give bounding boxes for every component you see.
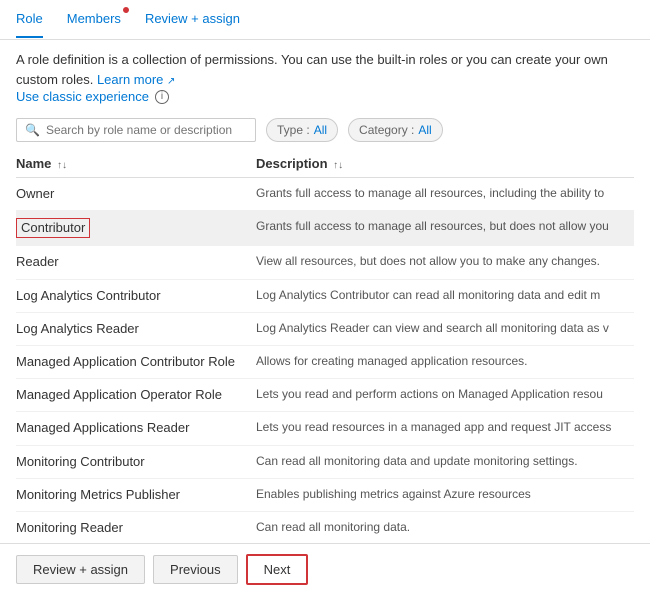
table-row[interactable]: Managed Application Operator RoleLets yo… xyxy=(16,379,634,412)
table-row[interactable]: ReaderView all resources, but does not a… xyxy=(16,246,634,279)
table-row[interactable]: Log Analytics ReaderLog Analytics Reader… xyxy=(16,312,634,345)
table-row[interactable]: Managed Applications ReaderLets you read… xyxy=(16,412,634,445)
tab-review-assign[interactable]: Review + assign xyxy=(145,1,240,38)
previous-button[interactable]: Previous xyxy=(153,555,238,584)
role-name-cell: Owner xyxy=(16,178,256,211)
search-filters-bar: 🔍 Type : All Category : All xyxy=(0,110,650,150)
tab-members[interactable]: Members xyxy=(67,1,121,38)
main-container: Role Members Review + assign A role defi… xyxy=(0,0,650,595)
info-icon: i xyxy=(155,90,169,104)
table-row[interactable]: Monitoring ReaderCan read all monitoring… xyxy=(16,511,634,543)
table-row[interactable]: OwnerGrants full access to manage all re… xyxy=(16,178,634,211)
table-row[interactable]: Managed Application Contributor RoleAllo… xyxy=(16,345,634,378)
name-sort-icon[interactable]: ↑↓ xyxy=(57,160,67,171)
classic-experience-link[interactable]: Use classic experience i xyxy=(16,89,634,104)
role-description-cell: Can read all monitoring data and update … xyxy=(256,445,634,478)
external-link-icon: ↗ xyxy=(167,76,175,87)
next-button[interactable]: Next xyxy=(246,554,309,585)
role-name-cell: Contributor xyxy=(16,211,256,246)
tab-role[interactable]: Role xyxy=(16,1,43,38)
role-description-cell: Log Analytics Reader can view and search… xyxy=(256,312,634,345)
role-description-cell: Lets you read resources in a managed app… xyxy=(256,412,634,445)
role-description-cell: View all resources, but does not allow y… xyxy=(256,246,634,279)
role-description-cell: Allows for creating managed application … xyxy=(256,345,634,378)
role-name-cell: Monitoring Metrics Publisher xyxy=(16,478,256,511)
desc-sort-icon[interactable]: ↑↓ xyxy=(333,160,343,171)
table-header-row: Name ↑↓ Description ↑↓ xyxy=(16,150,634,178)
role-description-cell: Grants full access to manage all resourc… xyxy=(256,211,634,246)
role-name-cell: Monitoring Contributor xyxy=(16,445,256,478)
column-header-name[interactable]: Name ↑↓ xyxy=(16,150,256,178)
role-description-cell: Can read all monitoring data. xyxy=(256,511,634,543)
role-name-cell: Managed Application Operator Role xyxy=(16,379,256,412)
table-row[interactable]: Monitoring ContributorCan read all monit… xyxy=(16,445,634,478)
search-box[interactable]: 🔍 xyxy=(16,118,256,142)
table-row[interactable]: Contributor Grants full access to manage … xyxy=(16,211,634,246)
type-filter-button[interactable]: Type : All xyxy=(266,118,338,142)
description-text: A role definition is a collection of per… xyxy=(16,50,634,89)
footer-bar: Review + assign Previous Next xyxy=(0,543,650,595)
table-row[interactable]: Monitoring Metrics PublisherEnables publ… xyxy=(16,478,634,511)
role-name-cell: Managed Applications Reader xyxy=(16,412,256,445)
role-name-cell: Log Analytics Reader xyxy=(16,312,256,345)
table-row[interactable]: Log Analytics ContributorLog Analytics C… xyxy=(16,279,634,312)
contributor-label: Contributor xyxy=(16,218,90,238)
roles-table: Name ↑↓ Description ↑↓ OwnerGrants full … xyxy=(16,150,634,543)
role-description-cell: Lets you read and perform actions on Man… xyxy=(256,379,634,412)
search-input[interactable] xyxy=(46,123,247,137)
roles-table-container: Name ↑↓ Description ↑↓ OwnerGrants full … xyxy=(0,150,650,543)
category-filter-button[interactable]: Category : All xyxy=(348,118,443,142)
members-dot xyxy=(123,7,129,13)
column-header-description[interactable]: Description ↑↓ xyxy=(256,150,634,178)
role-description-cell: Grants full access to manage all resourc… xyxy=(256,178,634,211)
role-name-cell: Log Analytics Contributor xyxy=(16,279,256,312)
review-assign-button[interactable]: Review + assign xyxy=(16,555,145,584)
role-description-cell: Log Analytics Contributor can read all m… xyxy=(256,279,634,312)
role-description-cell: Enables publishing metrics against Azure… xyxy=(256,478,634,511)
tab-bar: Role Members Review + assign xyxy=(0,0,650,40)
role-name-cell: Managed Application Contributor Role xyxy=(16,345,256,378)
search-icon: 🔍 xyxy=(25,123,40,137)
learn-more-link[interactable]: Learn more xyxy=(97,72,163,87)
role-name-cell: Monitoring Reader xyxy=(16,511,256,543)
description-area: A role definition is a collection of per… xyxy=(0,40,650,110)
role-name-cell: Reader xyxy=(16,246,256,279)
